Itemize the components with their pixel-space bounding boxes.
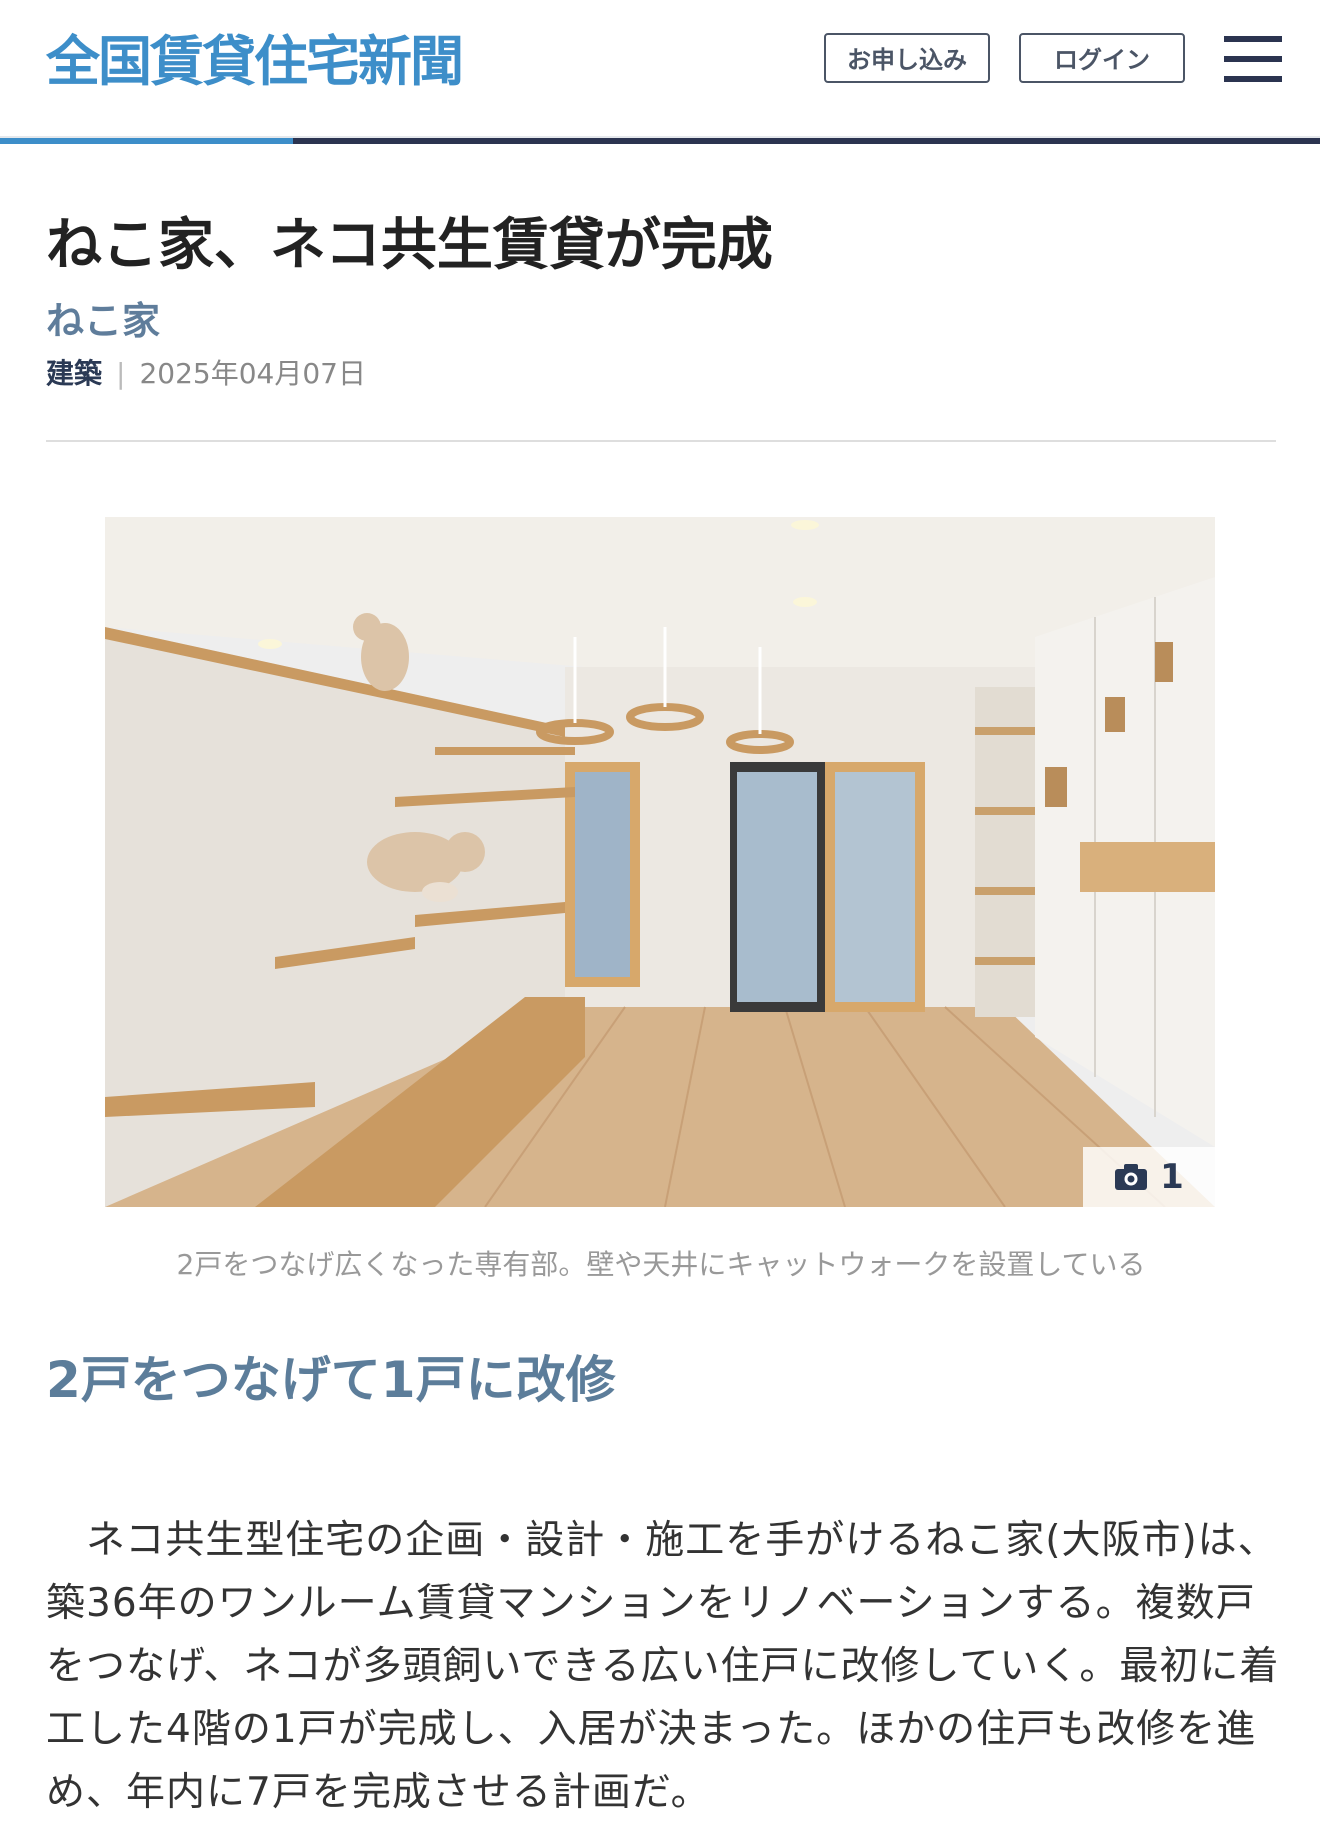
hamburger-menu-icon[interactable] xyxy=(1224,36,1282,82)
article-paragraph: ネコ共生型住宅の企画・設計・施工を手がけるねこ家(大阪市)は、築36年のワンルー… xyxy=(46,1509,1286,1824)
header-accent-bar xyxy=(0,138,1320,144)
login-button[interactable]: ログイン xyxy=(1019,33,1185,83)
site-header: 全国賃貸住宅新聞 お申し込み ログイン xyxy=(0,0,1320,135)
article-byline[interactable]: ねこ家 xyxy=(46,290,160,345)
photo-caption: 2戸をつなげ広くなった専有部。壁や天井にキャットウォークを設置している xyxy=(176,1248,1146,1281)
article-title: ねこ家、ネコ共生賃貸が完成 xyxy=(46,213,773,278)
title-divider xyxy=(46,440,1276,442)
section-heading: 2戸をつなげて1戸に改修 xyxy=(46,1351,616,1409)
category-link[interactable]: 建築 xyxy=(46,357,102,390)
meta-separator: | xyxy=(116,357,126,390)
article-meta: 建築 | 2025年04月07日 xyxy=(46,352,366,392)
publish-date: 2025年04月07日 xyxy=(139,357,366,390)
apply-button[interactable]: お申し込み xyxy=(824,33,990,83)
camera-icon xyxy=(1115,1164,1148,1190)
article-photo[interactable]: 1 xyxy=(105,517,1215,1207)
photo-count-badge[interactable]: 1 xyxy=(1083,1147,1215,1207)
paragraph-text: ネコ共生型住宅の企画・設計・施工を手がけるねこ家(大阪市)は、築36年のワンルー… xyxy=(46,1518,1280,1815)
paragraph-indent xyxy=(46,1518,86,1563)
site-logo[interactable]: 全国賃貸住宅新聞 xyxy=(46,26,464,96)
photo-count: 1 xyxy=(1160,1157,1184,1197)
room-illustration xyxy=(105,517,1215,1207)
